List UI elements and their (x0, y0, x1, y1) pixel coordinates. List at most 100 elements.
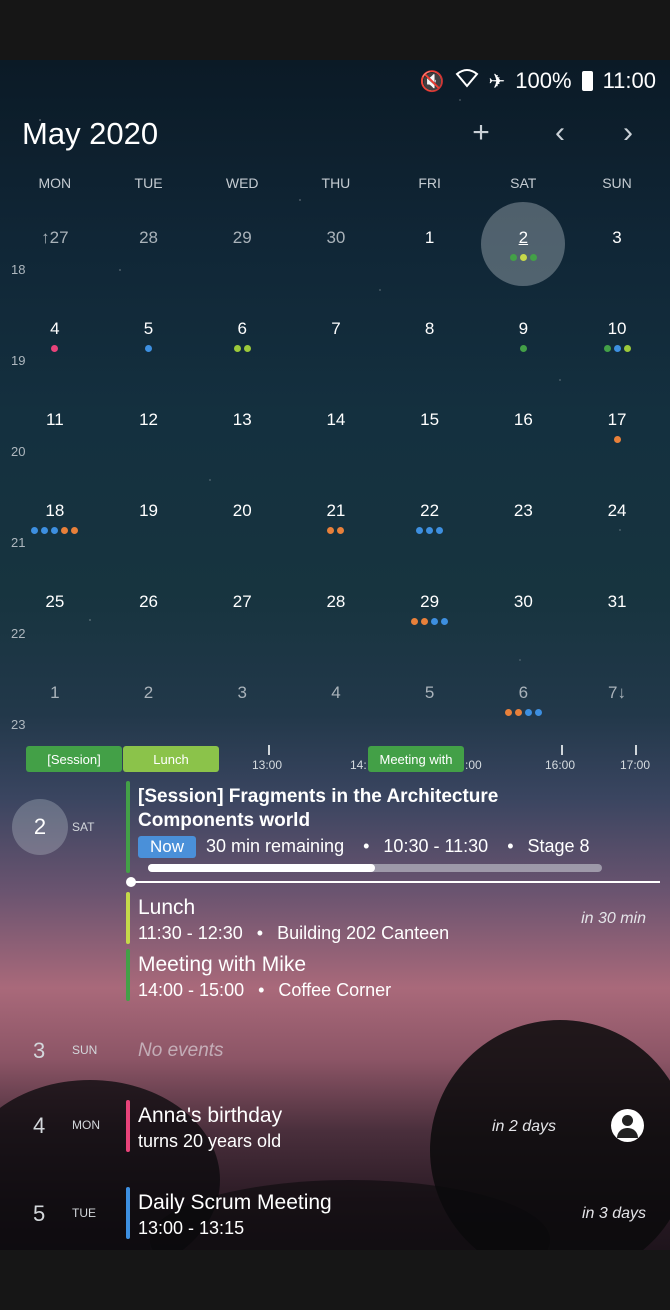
calendar-day-cell[interactable]: 1 (383, 220, 477, 300)
day-number: 19 (139, 501, 158, 520)
calendar-day-cell[interactable]: 30 (289, 220, 383, 300)
event-dot (529, 254, 537, 261)
battery-icon (581, 71, 593, 91)
day-number: 28 (139, 228, 158, 247)
calendar-day-cell[interactable]: 29 (383, 584, 477, 664)
weekday-label: SAT (510, 175, 537, 191)
event-dots (289, 527, 383, 534)
day-number: 18 (45, 501, 65, 520)
event-color-bar (126, 1100, 130, 1152)
calendar-day-cell[interactable]: ↑27 (8, 220, 102, 300)
day-number: 15 (420, 410, 440, 429)
timeline-block-label: Meeting with (379, 751, 453, 767)
event-dot (41, 527, 49, 534)
timeline-tick (561, 745, 563, 755)
calendar-day-cell[interactable]: 9 (477, 311, 571, 391)
day-number: 28 (326, 592, 346, 611)
calendar-day-cell[interactable]: 13 (195, 402, 289, 482)
agenda-dow-label: SUN (72, 1043, 98, 1057)
week-number: 20 (11, 444, 26, 459)
calendar-day-cell[interactable]: 28 (289, 584, 383, 664)
event-dot (504, 709, 512, 716)
calendar-day-cell[interactable]: 11 (8, 402, 102, 482)
calendar-day-cell[interactable]: 16 (477, 402, 571, 482)
agenda-day-sat[interactable]: 2 (12, 799, 68, 855)
event-location: Stage 8 (527, 836, 590, 856)
month-title: May 2020 (22, 116, 159, 151)
calendar-day-cell[interactable]: 12 (102, 402, 196, 482)
no-events-text: No events (138, 1040, 224, 1061)
event-dot (416, 527, 424, 534)
weekday-header: MON TUE WED THU FRI SAT SUN (8, 175, 664, 191)
event-title: Lunch (138, 896, 196, 919)
agenda-dow-label: MON (72, 1118, 100, 1132)
day-number: 16 (513, 410, 533, 429)
event-dot (431, 618, 439, 625)
calendar-day-cell[interactable]: 3 (570, 220, 664, 300)
calendar-day-cell[interactable]: 27 (195, 584, 289, 664)
event-relative-time: in 3 days (581, 1205, 646, 1222)
event-scrum[interactable]: Daily Scrum Meeting 13:00 - 13:15 in 3 d… (126, 1187, 646, 1239)
calendar-day-cell[interactable]: 4 (8, 311, 102, 391)
timeline-tick-label: :00 (465, 758, 482, 772)
event-dots (570, 436, 664, 443)
event-dot (71, 527, 79, 534)
event-title: Anna's birthday (138, 1104, 283, 1127)
calendar-day-cell[interactable]: 24 (570, 493, 664, 573)
chevron-left-icon: ‹ (555, 116, 565, 149)
day-number: ↑27 (41, 228, 69, 247)
event-meta-row: 14:00 - 15:00 • Coffee Corner (138, 980, 391, 1001)
timeline-tick (268, 745, 270, 755)
event-lunch[interactable]: Lunch 11:30 - 12:30 • Building 202 Canteen… (126, 892, 646, 944)
add-event-button[interactable]: + (461, 113, 501, 153)
event-dot (623, 345, 631, 352)
calendar-day-cell[interactable]: 8 (383, 311, 477, 391)
calendar-day-cell[interactable]: 23 (477, 493, 571, 573)
day-number: 2 (143, 683, 154, 702)
day-number: 7↓ (608, 683, 627, 702)
agenda-today-circle: 2 (12, 799, 68, 855)
prev-month-button[interactable]: ‹ (540, 113, 580, 153)
timeline-tick-label: 17:00 (620, 758, 651, 772)
calendar-day-cell[interactable]: 26 (102, 584, 196, 664)
timeline-block-session[interactable]: [Session] (26, 746, 122, 772)
calendar-day-cell[interactable]: 6 (195, 311, 289, 391)
calendar-day-cell[interactable]: 28 (102, 220, 196, 300)
calendar-day-cell[interactable]: 30 (477, 584, 571, 664)
calendar-day-cell[interactable]: 22 (383, 493, 477, 573)
day-timeline[interactable]: [Session] Lunch 13:00 14: Meeting with :… (0, 740, 670, 780)
event-session[interactable]: [Session] Fragments in the Architecture … (126, 781, 658, 873)
event-meeting[interactable]: Meeting with Mike 14:00 - 15:00 • Coffee C… (126, 949, 646, 1001)
week-number: 18 (11, 262, 26, 277)
next-month-button[interactable]: › (608, 113, 648, 153)
calendar-day-cell[interactable]: 10 (570, 311, 664, 391)
calendar-day-cell[interactable]: 15 (383, 402, 477, 482)
calendar-day-cell[interactable]: 2 (477, 202, 571, 300)
calendar-day-cell[interactable]: 19 (102, 493, 196, 573)
remaining-text: 30 min remaining (206, 836, 345, 856)
separator-dot: • (256, 923, 264, 943)
calendar-day-cell[interactable]: 7 (289, 311, 383, 391)
calendar-day-cell[interactable]: 29 (195, 220, 289, 300)
calendar-day-cell[interactable]: 21 (289, 493, 383, 573)
event-dots (8, 345, 102, 352)
week-number: 22 (11, 626, 26, 641)
calendar-day-cell[interactable]: 17 (570, 402, 664, 482)
event-relative-time: in 30 min (581, 910, 646, 927)
timeline-block-lunch[interactable]: Lunch (123, 746, 219, 772)
calendar-day-cell[interactable]: 31 (570, 584, 664, 664)
calendar-day-cell[interactable]: 25 (8, 584, 102, 664)
event-dots (477, 345, 571, 352)
event-birthday[interactable]: Anna's birthday turns 20 years old in 2 … (126, 1100, 556, 1152)
event-dot (613, 345, 621, 352)
day-number: 1 (50, 683, 60, 702)
calendar-day-cell[interactable]: 5 (102, 311, 196, 391)
calendar-day-cell[interactable]: 18 (8, 493, 102, 573)
agenda-daynum: 5 (33, 1201, 46, 1226)
contact-avatar-icon[interactable] (611, 1109, 644, 1142)
event-dot (519, 254, 527, 261)
event-dots (383, 618, 477, 625)
calendar-day-cell[interactable]: 14 (289, 402, 383, 482)
timeline-block-meeting[interactable]: Meeting with (368, 746, 464, 772)
calendar-day-cell[interactable]: 20 (195, 493, 289, 573)
